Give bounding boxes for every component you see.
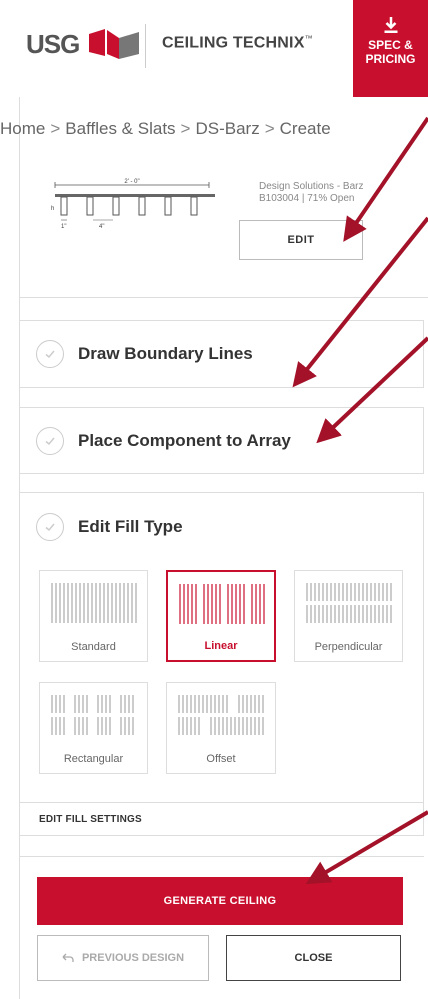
usg-logo[interactable]: USG [26, 24, 141, 64]
fill-option-label: Perpendicular [314, 641, 383, 653]
product-profile-diagram: 2' - 0" h 1" 4" [51, 179, 215, 230]
fill-option-rectangular[interactable]: Rectangular [39, 682, 148, 774]
spec-pricing-label: SPEC & PRICING [365, 38, 416, 66]
spec-pricing-button[interactable]: SPEC & PRICING [353, 0, 428, 97]
breadcrumb: Home > Baffles & Slats > DS-Barz > Create [0, 119, 428, 139]
check-icon [36, 513, 64, 541]
product-name: Design Solutions - Barz [259, 181, 364, 192]
close-button[interactable]: CLOSE [226, 935, 401, 981]
brand-name: CEILING TECHNIX™ [162, 34, 313, 52]
fill-option-standard[interactable]: Standard [39, 570, 148, 662]
breadcrumb-home[interactable]: Home [0, 119, 45, 138]
fill-option-offset[interactable]: Offset [166, 682, 276, 774]
breadcrumb-create: Create [279, 119, 331, 138]
fill-option-linear[interactable]: Linear [166, 570, 276, 662]
header-divider [145, 24, 146, 68]
check-icon [36, 340, 64, 368]
offset-pattern-icon [178, 695, 264, 735]
breadcrumb-baffles-slats[interactable]: Baffles & Slats [65, 119, 175, 138]
usg-logo-mark-icon [89, 29, 140, 59]
fill-option-label: Standard [71, 641, 116, 653]
step-title: Draw Boundary Lines [78, 344, 253, 363]
generate-ceiling-button[interactable]: GENERATE CEILING [37, 877, 403, 925]
action-panel: GENERATE CEILING PREVIOUS DESIGN CLOSE [19, 856, 424, 999]
step-draw-boundary[interactable]: Draw Boundary Lines [19, 320, 424, 388]
width-label: 1" [61, 224, 66, 230]
previous-design-button[interactable]: PREVIOUS DESIGN [37, 935, 209, 981]
breadcrumb-separator: > [50, 119, 61, 138]
height-label: h [51, 206, 54, 212]
step-title: Place Component to Array [78, 430, 291, 450]
perpendicular-pattern-icon [306, 583, 392, 623]
fill-option-label: Offset [206, 753, 236, 765]
spacing-label: 4" [99, 224, 104, 230]
step-place-component[interactable]: Place Component to Array [19, 407, 424, 474]
edit-product-button[interactable]: EDIT [239, 220, 363, 260]
breadcrumb-separator: > [264, 119, 275, 138]
fill-option-perpendicular[interactable]: Perpendicular [294, 570, 403, 662]
app-header: USG CEILING TECHNIX™ SPEC & PRICING [0, 0, 428, 97]
rectangular-pattern-icon [51, 695, 134, 735]
product-card: 2' - 0" h 1" 4" Design Solutions - Barz … [19, 150, 428, 298]
logo-text: USG [26, 28, 80, 59]
fill-type-header: Edit Fill Type [36, 513, 183, 541]
span-dimension-label: 2' - 0" [124, 179, 139, 185]
product-code: B103004 | 71% Open [259, 193, 355, 204]
standard-pattern-icon [51, 583, 137, 623]
previous-design-label: PREVIOUS DESIGN [81, 952, 185, 964]
check-icon [36, 426, 64, 455]
fill-option-label: Linear [204, 640, 238, 652]
breadcrumb-ds-barz[interactable]: DS-Barz [195, 119, 259, 138]
fill-option-label: Rectangular [63, 753, 124, 765]
download-icon [384, 17, 397, 33]
undo-arrow-icon [62, 953, 74, 962]
edit-fill-settings-link[interactable]: EDIT FILL SETTINGS [19, 802, 424, 836]
step-title: Edit Fill Type [78, 517, 183, 536]
step-edit-fill-type: Edit Fill Type [19, 492, 424, 836]
breadcrumb-separator: > [180, 119, 191, 138]
linear-pattern-icon [179, 584, 265, 624]
